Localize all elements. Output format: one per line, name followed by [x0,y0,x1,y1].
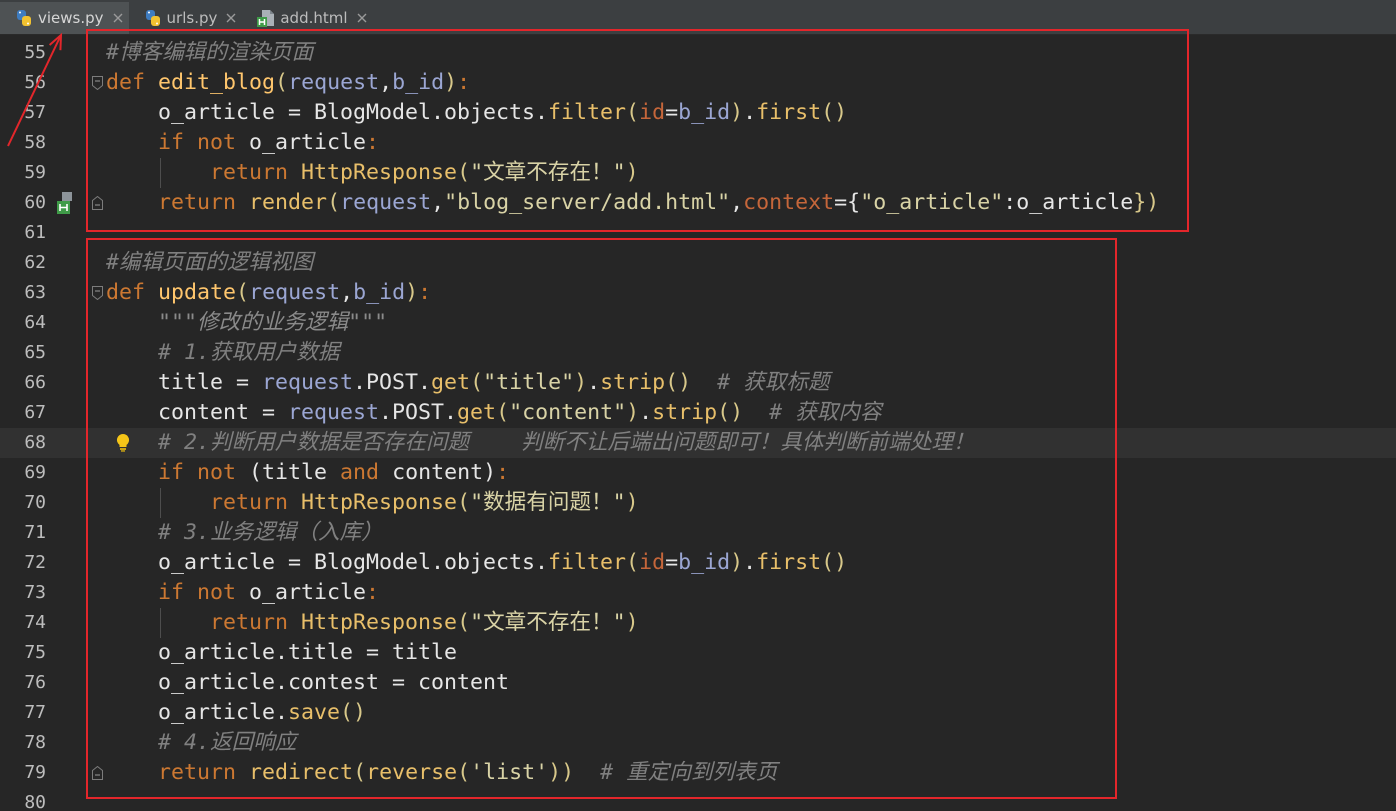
line-number: 69 [24,462,46,483]
line-number: 73 [24,582,46,603]
line-number: 60 [24,192,46,213]
line-number: 72 [24,552,46,573]
line-number: 61 [24,222,46,243]
html-file-icon [257,9,275,27]
tab-label: add.html [280,9,348,27]
line-number: 74 [24,612,46,633]
close-icon[interactable] [226,13,236,23]
line-number: 71 [24,522,46,543]
python-file-icon [144,9,162,27]
line-number: 63 [24,282,46,303]
line-number: 59 [24,162,46,183]
annotation-arrow [7,32,63,147]
line-number: 64 [24,312,46,333]
line-number: 68 [24,432,46,453]
line-number: 75 [24,642,46,663]
line-number: 66 [24,372,46,393]
annotation-box-update [86,238,1117,799]
close-icon[interactable] [357,13,367,23]
line-number: 79 [24,762,46,783]
close-icon[interactable] [113,13,123,23]
line-number: 80 [24,792,46,811]
line-number: 65 [24,342,46,363]
line-number: 77 [24,702,46,723]
line-number: 78 [24,732,46,753]
line-number: 70 [24,492,46,513]
line-number: 62 [24,252,46,273]
html-template-icon[interactable] [55,191,79,215]
tab-label: urls.py [166,9,218,27]
line-number: 76 [24,672,46,693]
annotation-box-edit-blog [86,29,1189,232]
line-number: 67 [24,402,46,423]
